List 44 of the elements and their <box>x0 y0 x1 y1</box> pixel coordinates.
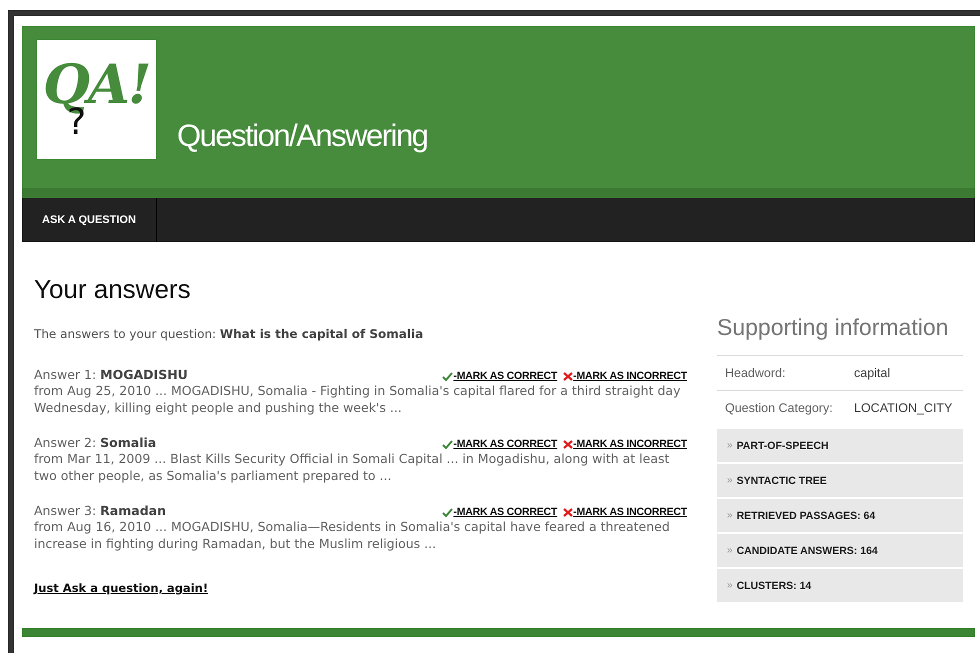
answer-label: Answer 1: MOGADISHU <box>34 367 188 382</box>
fact-value: capital <box>854 366 890 380</box>
close-icon <box>563 440 574 448</box>
answer-snippet: from Aug 25, 2010 ... MOGADISHU, Somalia - Fighting in Somalia's capital flared for a third straight day Wednesday, killing eight people and pushing the week's ... <box>34 382 682 416</box>
mark-correct-link[interactable]: -MARK AS CORRECT <box>442 370 558 382</box>
chevron-text: » <box>727 580 733 591</box>
sidebar-title: Supporting information <box>717 314 950 341</box>
mark-correct-link[interactable]: -MARK AS CORRECT <box>442 506 558 518</box>
sidebar-section[interactable]: » SYNTACTIC TREE <box>717 464 963 497</box>
page-heading: Your answers <box>34 274 192 305</box>
mark-incorrect-link[interactable]: -MARK AS INCORRECT <box>563 438 687 450</box>
section-label: CANDIDATE ANSWERS: 164 <box>736 544 878 556</box>
mark-correct-link[interactable]: -MARK AS CORRECT <box>442 438 558 450</box>
check-icon <box>442 440 454 448</box>
close-icon <box>563 372 574 380</box>
check-icon <box>442 372 454 380</box>
chevron-text: » <box>727 545 733 556</box>
ask-again-link[interactable]: Just Ask a question, again! <box>34 581 208 595</box>
close-icon <box>563 508 574 516</box>
mark-incorrect-link[interactable]: -MARK AS INCORRECT <box>563 370 687 382</box>
site-title: Question/Answering <box>177 118 428 154</box>
chevron-text: » <box>727 440 733 451</box>
nav-link[interactable]: ASK A QUESTION <box>22 198 157 242</box>
sidebar-section[interactable]: » RETRIEVED PASSAGES: 64 <box>717 499 963 532</box>
chevron-text: » <box>727 510 733 521</box>
answer-snippet: from Aug 16, 2010 ... MOGADISHU, Somalia—Residents in Somalia's capital have feared a threatened increase in fighting during Ramadan, but the Muslim religious ... <box>34 518 671 552</box>
section-label: SYNTACTIC TREE <box>736 474 827 486</box>
fact-label: Question Category: <box>725 401 834 415</box>
sidebar-section[interactable]: » PART-OF-SPEECH <box>717 429 963 462</box>
section-label: CLUSTERS: 14 <box>736 580 812 592</box>
sidebar-section[interactable]: » CLUSTERS: 14 <box>717 569 963 602</box>
check-icon <box>442 508 454 516</box>
answer-snippet: from Mar 11, 2009 ... Blast Kills Security Official in Somali Capital ... in Mogadishu, along with at least two other people, as Somalia's parliament prepared to ... <box>34 450 670 484</box>
sidebar-section[interactable]: » CANDIDATE ANSWERS: 164 <box>717 534 963 567</box>
fact-value: LOCATION_CITY <box>854 401 952 415</box>
fact-label: Headword: <box>725 366 786 380</box>
answer-label: Answer 2: Somalia <box>34 435 156 450</box>
intro-text: The answers to your question: What is the capital of Somalia <box>34 327 424 341</box>
mark-incorrect-link[interactable]: -MARK AS INCORRECT <box>563 506 687 518</box>
logo: QA! ? <box>37 40 156 159</box>
chevron-text: » <box>727 475 733 486</box>
section-label: PART-OF-SPEECH <box>736 440 829 452</box>
section-label: RETRIEVED PASSAGES: 64 <box>736 510 876 522</box>
answer-label: Answer 3: Ramadan <box>34 503 166 518</box>
